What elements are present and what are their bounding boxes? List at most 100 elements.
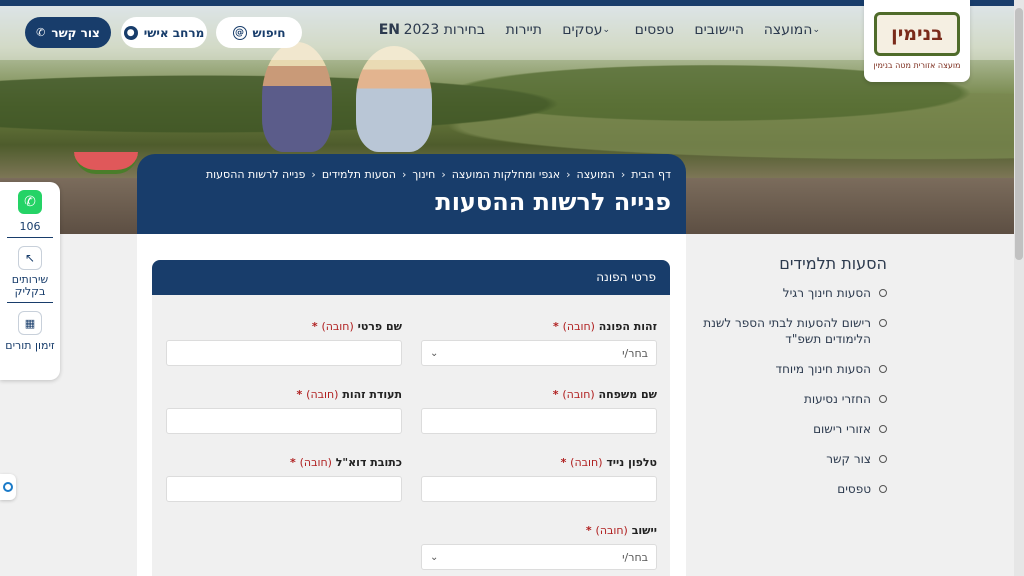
side-navigation: הסעות תלמידים הסעות חינוך רגיל רישום להס… — [697, 234, 887, 511]
form-section-title: פרטי הפונה — [596, 270, 656, 284]
last-name-input[interactable] — [421, 408, 657, 434]
nav-label: המועצה — [763, 22, 813, 38]
select-value: בחר/י — [622, 550, 648, 564]
side-nav-item[interactable]: הסעות חינוך רגיל — [697, 285, 887, 301]
breadcrumb-home[interactable]: דף הבית — [631, 168, 671, 181]
bullet-icon — [879, 425, 887, 433]
label-text: שם פרטי — [357, 320, 402, 333]
side-nav-item[interactable]: החזרי נסיעות — [697, 391, 887, 407]
mobile-input[interactable] — [421, 476, 657, 502]
breadcrumb-transport[interactable]: הסעות תלמידים — [322, 168, 396, 181]
personal-area-button[interactable]: ● מרחב אישי — [121, 17, 207, 48]
breadcrumb-separator-icon: ‹ — [401, 168, 407, 181]
nav-label: תיירות — [505, 22, 542, 38]
required-note: (חובה) — [321, 320, 354, 333]
required-star: * — [290, 456, 296, 469]
breadcrumb-separator-icon: ‹ — [566, 168, 571, 181]
breadcrumb-council[interactable]: המועצה — [577, 168, 615, 181]
email-input[interactable] — [166, 476, 402, 502]
nav-item-business[interactable]: עסקים ⌄ — [562, 22, 614, 38]
logo-mark: בנימין — [874, 12, 960, 56]
applicant-id-field: זהות הפונה (חובה) * בחר/י ⌄ — [421, 320, 657, 366]
last-name-field: שם משפחה (חובה) * — [421, 388, 657, 434]
side-nav-item[interactable]: טפסים — [697, 481, 887, 497]
applicant-id-select[interactable]: בחר/י ⌄ — [421, 340, 657, 366]
chevron-down-icon: ⌄ — [602, 25, 610, 35]
page-header: דף הבית ‹ המועצה ‹ אגפי ומחלקות המועצה ‹ חי… — [137, 154, 686, 234]
chat-widget-tab[interactable] — [0, 474, 16, 500]
breadcrumb-current: פנייה לרשות ההסעות — [205, 168, 306, 181]
nav-label: היישובים — [694, 22, 744, 38]
bullet-icon — [879, 485, 887, 493]
page-scrollbar[interactable] — [1014, 0, 1024, 576]
label-text: יישוב — [631, 524, 657, 537]
nav-item-council[interactable]: המועצה ⌄ — [764, 22, 824, 38]
id-number-field: תעודת זהות (חובה) * — [166, 388, 402, 434]
appointments-link[interactable]: זימון תורים — [0, 339, 60, 352]
field-label: תעודת זהות (חובה) * — [166, 388, 402, 401]
field-label: שם פרטי (חובה) * — [166, 320, 402, 333]
search-label: חיפוש — [252, 25, 286, 40]
search-icon: @ — [232, 25, 247, 40]
nav-item-settlements[interactable]: היישובים — [694, 22, 744, 38]
phone-icon: ✆ — [36, 26, 46, 39]
first-name-input[interactable] — [166, 340, 402, 366]
personal-area-label: מרחב אישי — [143, 25, 205, 40]
divider — [7, 237, 53, 238]
nav-item-elections[interactable]: בחירות 2023 — [404, 22, 485, 38]
search-button[interactable]: @ חיפוש — [216, 17, 302, 48]
nav-label: טפסים — [634, 22, 674, 38]
floating-quick-actions: ✆ 106 ↖ שירותים בקליק ▦ זימון תורים — [0, 182, 60, 380]
breadcrumb: דף הבית ‹ המועצה ‹ אגפי ומחלקות המועצה ‹ חי… — [152, 168, 671, 181]
id-number-input[interactable] — [166, 408, 402, 434]
breadcrumb-education[interactable]: חינוך — [412, 168, 435, 181]
side-nav-item[interactable]: הסעות חינוך מיוחד — [697, 361, 887, 377]
required-note: (חובה) — [299, 456, 332, 469]
side-nav-label: רישום להסעות לבתי הספר לשנת הלימודים תשפ… — [703, 316, 871, 346]
label-text: שם משפחה — [598, 388, 657, 401]
whatsapp-icon[interactable]: ✆ — [18, 190, 42, 214]
site-logo[interactable]: בנימין מועצה אזורית מטה בנימין — [864, 0, 970, 82]
settlement-select[interactable]: בחר/י ⌄ — [421, 544, 657, 570]
breadcrumb-separator-icon: ‹ — [620, 168, 626, 181]
label-text: כתובת דוא"ל — [335, 456, 402, 469]
breadcrumb-separator-icon: ‹ — [311, 168, 316, 181]
side-nav-item[interactable]: צור קשר — [697, 451, 887, 467]
required-star: * — [311, 320, 318, 333]
hero-watermelon — [74, 152, 138, 174]
click-cursor-icon[interactable]: ↖ — [18, 246, 42, 270]
nav-item-forms[interactable]: טפסים — [635, 22, 674, 38]
nav-item-english[interactable]: EN — [379, 22, 400, 38]
logo-subtitle: מועצה אזורית מטה בנימין — [873, 61, 961, 70]
nav-label: EN — [378, 22, 400, 38]
required-star: * — [560, 456, 567, 469]
chevron-down-icon: ⌄ — [430, 347, 439, 359]
select-value: בחר/י — [622, 346, 648, 360]
click-services-link[interactable]: שירותים בקליק — [0, 274, 60, 298]
field-label: זהות הפונה (חובה) * — [421, 320, 657, 333]
required-star: * — [585, 524, 592, 537]
side-nav-label: החזרי נסיעות — [803, 392, 871, 406]
side-nav-label: צור קשר — [826, 452, 871, 466]
page-title: פנייה לרשות ההסעות — [435, 188, 671, 216]
label-text: זהות הפונה — [598, 320, 657, 333]
breadcrumb-departments[interactable]: אגפי ומחלקות המועצה — [452, 168, 560, 181]
first-name-field: שם פרטי (חובה) * — [166, 320, 402, 366]
scrollbar-thumb[interactable] — [1015, 8, 1023, 260]
side-nav-item[interactable]: אזורי רישום — [697, 421, 887, 437]
chat-icon — [3, 482, 13, 492]
required-star: * — [553, 320, 559, 333]
divider — [7, 302, 53, 303]
nav-item-tourism[interactable]: תיירות — [506, 22, 542, 38]
whatsapp-number[interactable]: 106 — [0, 220, 60, 233]
logo-text: בנימין — [891, 23, 943, 45]
contact-button[interactable]: ✆ צור קשר — [25, 17, 111, 48]
chevron-down-icon: ⌄ — [812, 25, 820, 35]
breadcrumb-separator-icon: ‹ — [441, 168, 446, 181]
required-note: (חובה) — [570, 456, 603, 469]
calendar-icon[interactable]: ▦ — [18, 311, 42, 335]
side-nav-item[interactable]: רישום להסעות לבתי הספר לשנת הלימודים תשפ… — [697, 315, 887, 347]
side-nav-label: טפסים — [837, 482, 871, 496]
nav-label: בחירות 2023 — [403, 22, 485, 38]
hero-child-right — [356, 46, 432, 152]
